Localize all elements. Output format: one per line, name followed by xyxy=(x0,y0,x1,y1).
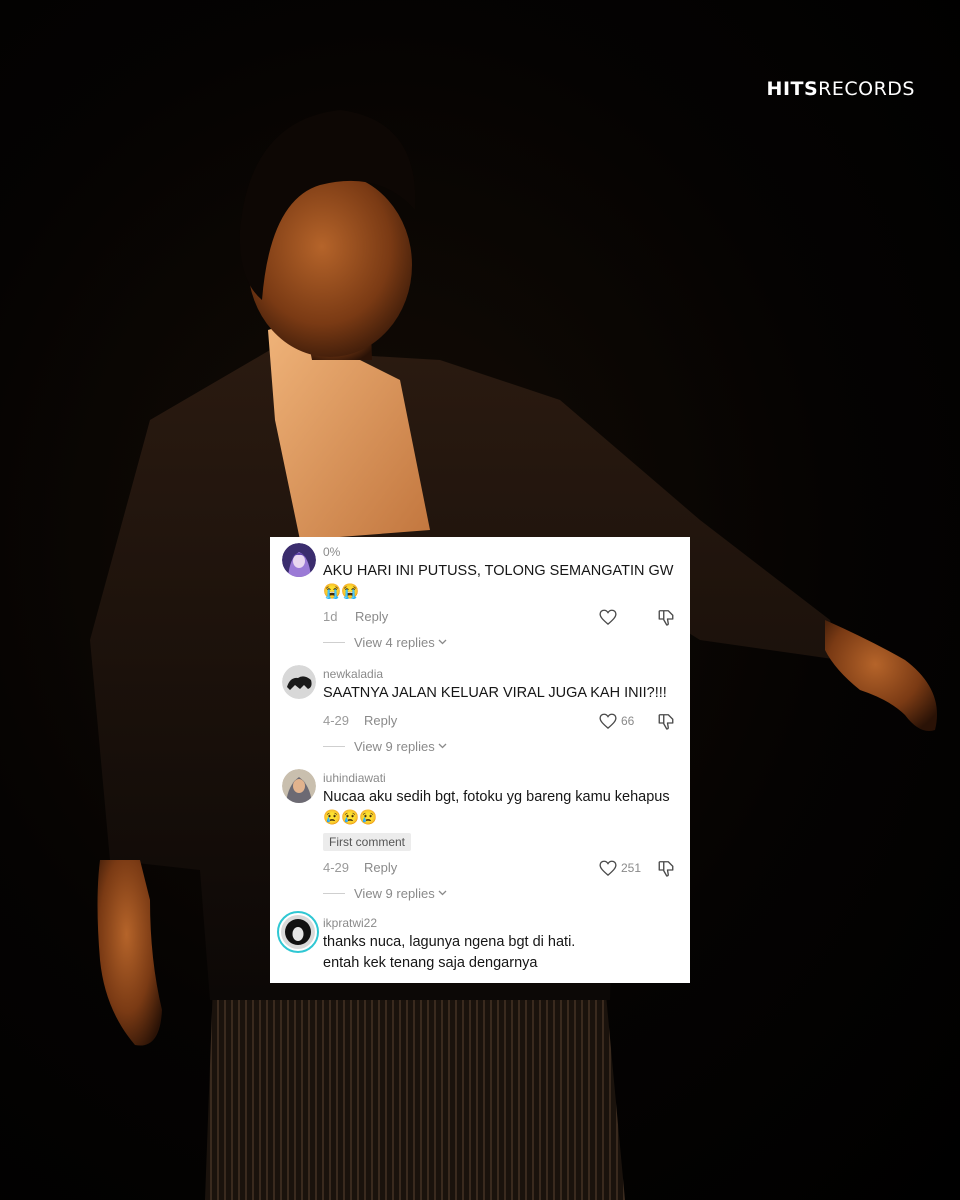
thumbs-down-icon xyxy=(658,610,674,626)
logo-light-text: RECORDS xyxy=(818,78,915,100)
like-button[interactable]: 66 xyxy=(599,713,634,729)
view-replies-button[interactable]: View 4 replies xyxy=(323,634,447,650)
comment-text: Nucaa aku sedih bgt, fotoku yg bareng ka… xyxy=(323,789,670,826)
portrait-avatar-with-story-ring-icon[interactable] xyxy=(277,911,319,953)
like-count: 251 xyxy=(621,861,642,875)
view-replies-button[interactable]: View 9 replies xyxy=(323,885,447,901)
chevron-down-icon xyxy=(438,639,447,645)
dislike-button[interactable] xyxy=(657,609,675,626)
heart-icon xyxy=(599,860,617,876)
replies-divider xyxy=(323,892,345,894)
heart-icon xyxy=(599,713,617,729)
replies-divider xyxy=(323,745,345,747)
comment-date: 4-29 xyxy=(323,713,350,728)
thumbs-down-icon xyxy=(658,714,674,730)
comment-username[interactable]: newkaladia xyxy=(323,667,383,681)
reply-button[interactable]: Reply xyxy=(364,713,397,728)
comment-date: 4-29 xyxy=(323,860,350,875)
comment-meta: 4-29 Reply 66 xyxy=(323,713,675,731)
hits-records-logo: HITSRECORDS xyxy=(767,78,915,100)
reply-button[interactable]: Reply xyxy=(364,860,397,875)
comment-text: SAATNYA JALAN KELUAR VIRAL JUGA KAH INII… xyxy=(323,685,667,701)
like-button[interactable] xyxy=(599,609,617,625)
heart-icon xyxy=(599,609,617,625)
comment-username[interactable]: ikpratwi22 xyxy=(323,916,377,930)
chevron-down-icon xyxy=(438,743,447,749)
like-button[interactable]: 251 xyxy=(599,860,641,876)
first-comment-badge: First comment xyxy=(323,833,412,851)
comment-username[interactable]: 0% xyxy=(323,545,340,559)
comment-meta: 1d Reply xyxy=(323,609,675,627)
purple-anime-avatar-icon[interactable] xyxy=(282,543,316,577)
view-replies-label: View 9 replies xyxy=(354,885,435,901)
comments-panel: 0% AKU HARI INI PUTUSS, TOLONG SEMANGATI… xyxy=(270,537,690,983)
chevron-down-icon xyxy=(438,890,447,896)
like-count: 66 xyxy=(621,714,635,728)
thumbs-down-icon xyxy=(658,861,674,877)
comment-text: thanks nuca, lagunya ngena bgt di hati. … xyxy=(323,934,576,971)
hijab-woman-avatar-icon[interactable] xyxy=(282,769,316,803)
dislike-button[interactable] xyxy=(657,860,675,877)
logo-bold-text: HITS xyxy=(766,78,819,100)
dark-creature-avatar-icon[interactable] xyxy=(282,665,316,699)
comment-meta: 4-29 Reply 251 xyxy=(323,860,675,878)
comment-username[interactable]: iuhindiawati xyxy=(323,771,386,785)
comment-text: AKU HARI INI PUTUSS, TOLONG SEMANGATIN G… xyxy=(323,563,674,600)
view-replies-label: View 9 replies xyxy=(354,738,435,754)
view-replies-button[interactable]: View 9 replies xyxy=(323,738,447,754)
replies-divider xyxy=(323,641,345,643)
reply-button[interactable]: Reply xyxy=(355,609,388,624)
dislike-button[interactable] xyxy=(657,713,675,730)
comment-date: 1d xyxy=(323,609,338,624)
view-replies-label: View 4 replies xyxy=(354,634,435,650)
